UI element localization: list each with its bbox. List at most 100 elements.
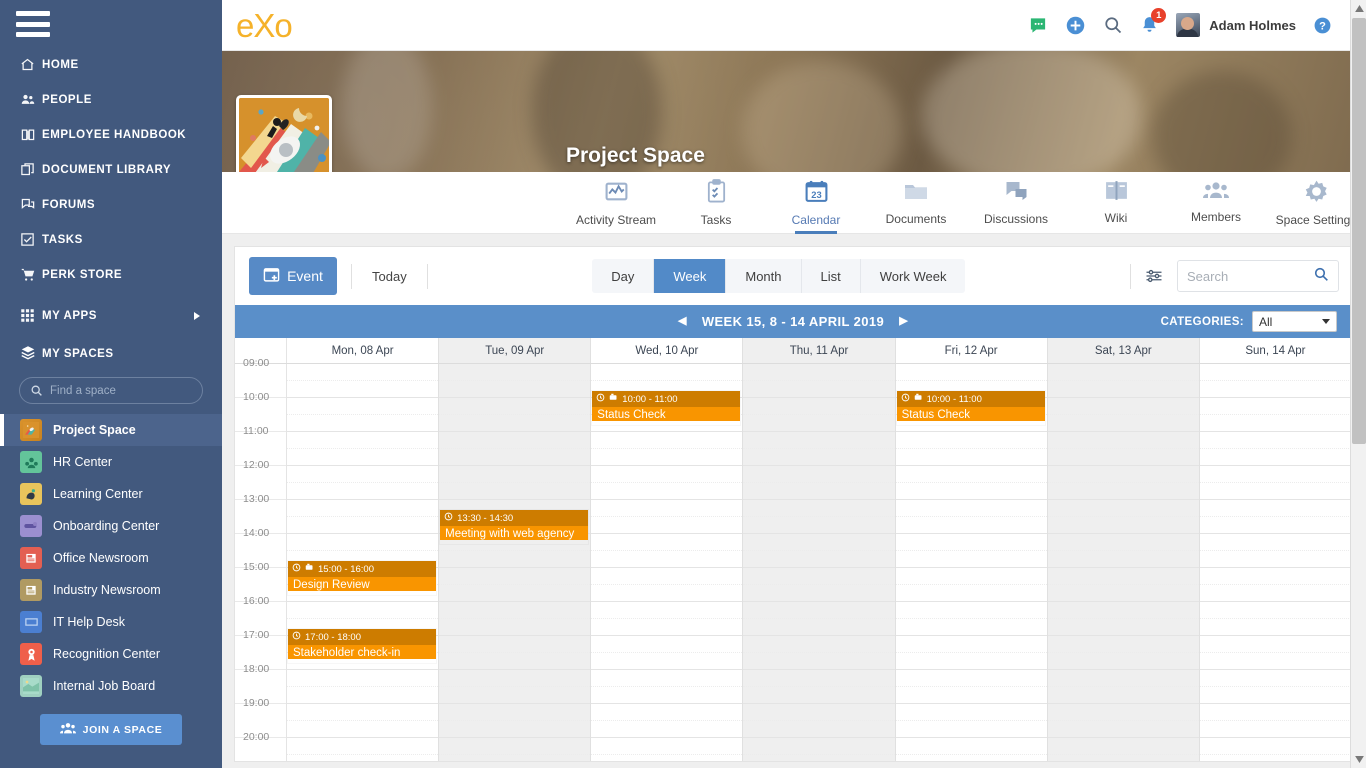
- time-slot[interactable]: [743, 585, 894, 602]
- today-button[interactable]: Today: [366, 269, 413, 284]
- space-item-project-space[interactable]: Project Space: [0, 414, 222, 446]
- time-slot[interactable]: [439, 670, 590, 687]
- time-slot[interactable]: [287, 755, 438, 761]
- sidebar-item-people[interactable]: PEOPLE: [0, 82, 222, 117]
- time-slot[interactable]: [439, 704, 590, 721]
- time-slot[interactable]: [1048, 602, 1199, 619]
- time-slot[interactable]: [591, 364, 742, 381]
- time-slot[interactable]: [743, 687, 894, 704]
- time-slot[interactable]: [1200, 415, 1351, 432]
- calendar-search-input[interactable]: [1187, 269, 1313, 284]
- time-slot[interactable]: [287, 721, 438, 738]
- sidebar-item-home[interactable]: HOME: [0, 47, 222, 82]
- time-slot[interactable]: [896, 653, 1047, 670]
- help-icon[interactable]: ?: [1313, 16, 1332, 35]
- space-item-recognition-center[interactable]: Recognition Center: [0, 638, 222, 670]
- tab-calendar[interactable]: 23 Calendar: [766, 172, 866, 234]
- time-slot[interactable]: [1048, 738, 1199, 755]
- time-slot[interactable]: [1200, 432, 1351, 449]
- view-day-button[interactable]: Day: [592, 259, 654, 293]
- time-slot[interactable]: [1048, 449, 1199, 466]
- time-slot[interactable]: [439, 619, 590, 636]
- space-item-learning-center[interactable]: Learning Center: [0, 478, 222, 510]
- time-slot[interactable]: [743, 381, 894, 398]
- time-slot[interactable]: [1200, 585, 1351, 602]
- time-slot[interactable]: [1200, 398, 1351, 415]
- view-month-button[interactable]: Month: [726, 259, 801, 293]
- time-slot[interactable]: [287, 500, 438, 517]
- sidebar-item-perk-store[interactable]: PERK STORE: [0, 257, 222, 292]
- tab-tasks[interactable]: Tasks: [666, 172, 766, 234]
- time-slot[interactable]: [743, 364, 894, 381]
- join-a-space-button[interactable]: JOIN A SPACE: [40, 714, 182, 745]
- time-slot[interactable]: [591, 670, 742, 687]
- time-slot[interactable]: [439, 738, 590, 755]
- time-slot[interactable]: [1048, 534, 1199, 551]
- find-space-box[interactable]: [19, 377, 203, 404]
- time-slot[interactable]: [1048, 381, 1199, 398]
- time-slot[interactable]: [287, 449, 438, 466]
- time-slot[interactable]: [896, 517, 1047, 534]
- time-slot[interactable]: [1048, 517, 1199, 534]
- time-slot[interactable]: [1200, 381, 1351, 398]
- time-slot[interactable]: [1200, 670, 1351, 687]
- sidebar-item-employee-handbook[interactable]: EMPLOYEE HANDBOOK: [0, 117, 222, 152]
- time-slot[interactable]: [287, 483, 438, 500]
- day-column-sat[interactable]: [1048, 364, 1200, 761]
- time-slot[interactable]: [1200, 687, 1351, 704]
- time-slot[interactable]: [1200, 534, 1351, 551]
- time-slot[interactable]: [439, 636, 590, 653]
- prev-week-button[interactable]: ◀: [678, 316, 687, 327]
- time-slot[interactable]: [591, 653, 742, 670]
- time-slot[interactable]: [896, 670, 1047, 687]
- day-column-thu[interactable]: [743, 364, 895, 761]
- time-slot[interactable]: [1048, 432, 1199, 449]
- find-space-input[interactable]: [50, 385, 192, 397]
- categories-select[interactable]: All: [1252, 311, 1337, 332]
- space-item-it-help-desk[interactable]: IT Help Desk: [0, 606, 222, 638]
- time-slot[interactable]: [743, 466, 894, 483]
- time-slot[interactable]: [287, 534, 438, 551]
- bell-icon[interactable]: 1: [1140, 15, 1159, 35]
- time-slot[interactable]: [287, 364, 438, 381]
- time-slot[interactable]: [896, 432, 1047, 449]
- time-slot[interactable]: [591, 602, 742, 619]
- calendar-event[interactable]: 10:00 - 11:00Status Check: [592, 391, 740, 425]
- time-slot[interactable]: [743, 704, 894, 721]
- next-week-button[interactable]: ▶: [899, 316, 908, 327]
- sidebar-item-tasks[interactable]: TASKS: [0, 222, 222, 257]
- hamburger-icon[interactable]: [16, 11, 50, 37]
- time-slot[interactable]: [439, 415, 590, 432]
- scrollbar-thumb[interactable]: [1352, 18, 1366, 444]
- calendar-event[interactable]: 10:00 - 11:00Status Check: [897, 391, 1045, 425]
- time-slot[interactable]: [287, 602, 438, 619]
- sidebar-item-document-library[interactable]: DOCUMENT LIBRARY: [0, 152, 222, 187]
- time-slot[interactable]: [1200, 449, 1351, 466]
- time-slot[interactable]: [439, 602, 590, 619]
- page-scrollbar[interactable]: [1350, 0, 1366, 768]
- time-slot[interactable]: [287, 415, 438, 432]
- scroll-down-arrow[interactable]: [1351, 751, 1366, 768]
- time-slot[interactable]: [1048, 398, 1199, 415]
- time-slot[interactable]: [1048, 670, 1199, 687]
- time-slot[interactable]: [1048, 704, 1199, 721]
- time-slot[interactable]: [439, 551, 590, 568]
- time-slot[interactable]: [439, 398, 590, 415]
- time-slot[interactable]: [743, 517, 894, 534]
- tab-discussions[interactable]: Discussions: [966, 172, 1066, 234]
- space-item-industry-newsroom[interactable]: Industry Newsroom: [0, 574, 222, 606]
- time-slot[interactable]: [1200, 364, 1351, 381]
- time-slot[interactable]: [896, 687, 1047, 704]
- time-slot[interactable]: [439, 381, 590, 398]
- time-slot[interactable]: [743, 670, 894, 687]
- view-work-week-button[interactable]: Work Week: [861, 259, 966, 293]
- time-slot[interactable]: [287, 670, 438, 687]
- time-slot[interactable]: [896, 466, 1047, 483]
- search-icon[interactable]: [1313, 266, 1329, 287]
- time-slot[interactable]: [1200, 568, 1351, 585]
- time-slot[interactable]: [439, 449, 590, 466]
- time-slot[interactable]: [439, 755, 590, 761]
- time-slot[interactable]: [896, 636, 1047, 653]
- calendar-search-box[interactable]: [1177, 260, 1339, 292]
- time-slot[interactable]: [743, 449, 894, 466]
